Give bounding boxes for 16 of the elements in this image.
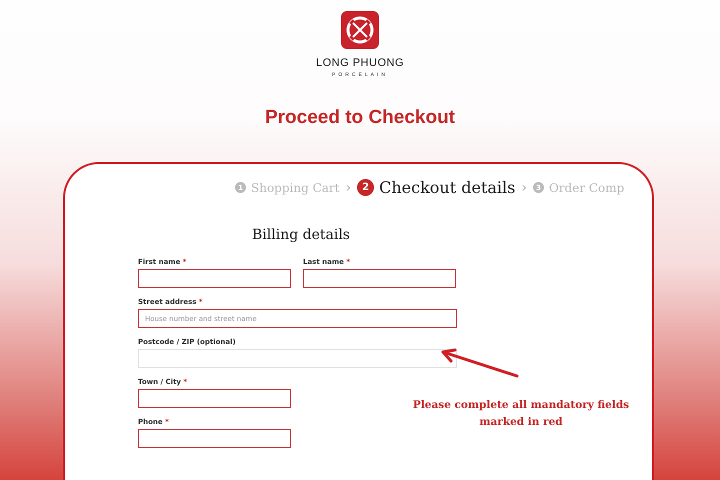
brand-name: LONG PHUONG — [316, 57, 404, 69]
step-label: Checkout details — [379, 178, 516, 197]
step-separator: › — [521, 180, 527, 196]
logo-icon — [341, 11, 379, 49]
checkout-step[interactable]: 2 Checkout details — [357, 178, 516, 197]
step-label: Order Comp — [548, 180, 624, 194]
input-field[interactable] — [303, 269, 456, 288]
instruction-note: Please complete all mandatory fields marked in red — [412, 398, 630, 430]
section-heading: Billing details — [252, 227, 351, 243]
step-number: 2 — [357, 179, 374, 196]
step-label: Shopping Cart — [251, 180, 340, 194]
input-field[interactable] — [138, 429, 291, 448]
input-field[interactable] — [138, 269, 291, 288]
page-title: Proceed to Checkout — [264, 107, 456, 129]
input-field[interactable] — [138, 389, 291, 408]
step-separator: › — [346, 180, 352, 196]
